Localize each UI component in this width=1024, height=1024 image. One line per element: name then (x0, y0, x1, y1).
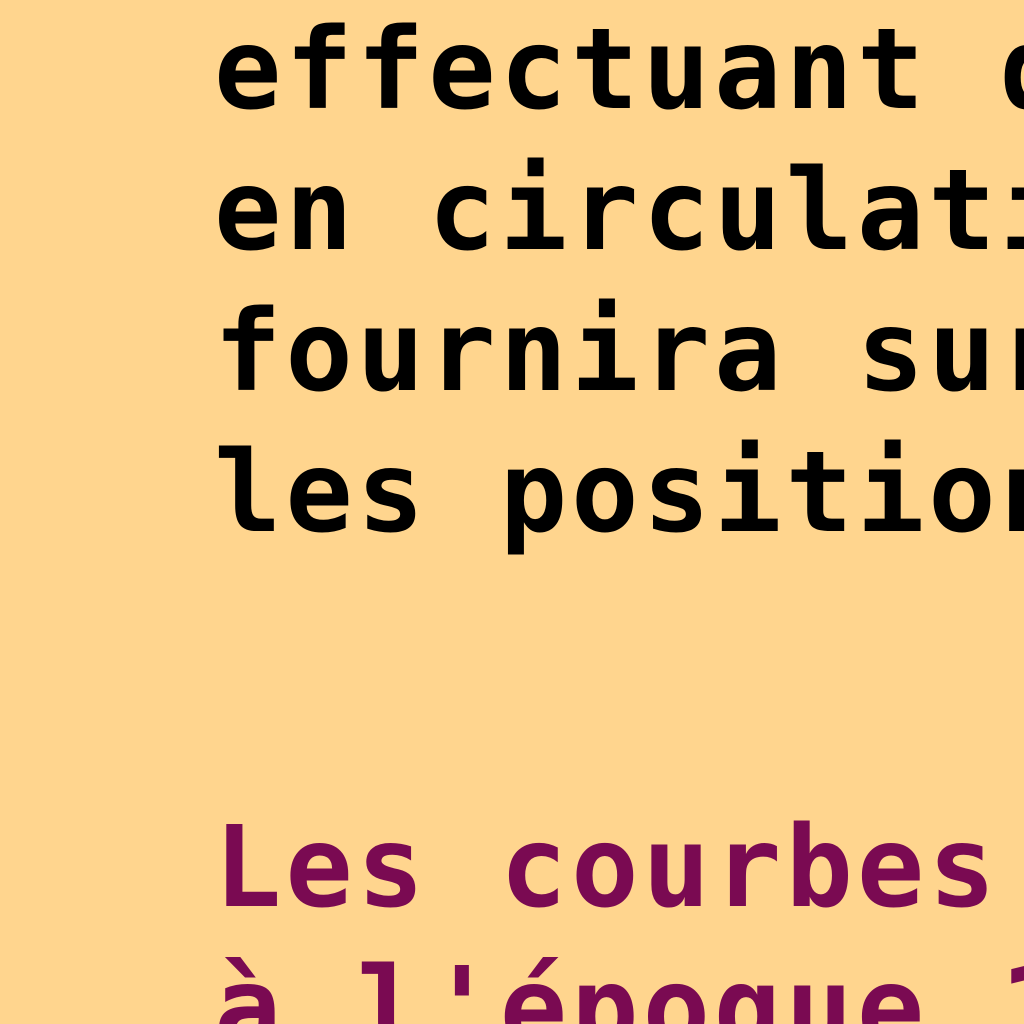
document-text: effectuant des en circulatio fournira su… (214, 0, 1024, 1024)
body-line-2: en circulatio (214, 146, 1024, 276)
body-line-3: fournira sur d (214, 287, 1024, 417)
heading-line-1: Les courbes d (214, 803, 1000, 933)
heading-line-2: à l'époque 19 (214, 944, 1024, 1024)
body-line-4: les positions (214, 428, 1024, 558)
body-line-1: effectuant des (214, 5, 1024, 135)
document-viewport: effectuant des en circulatio fournira su… (0, 0, 1024, 1024)
